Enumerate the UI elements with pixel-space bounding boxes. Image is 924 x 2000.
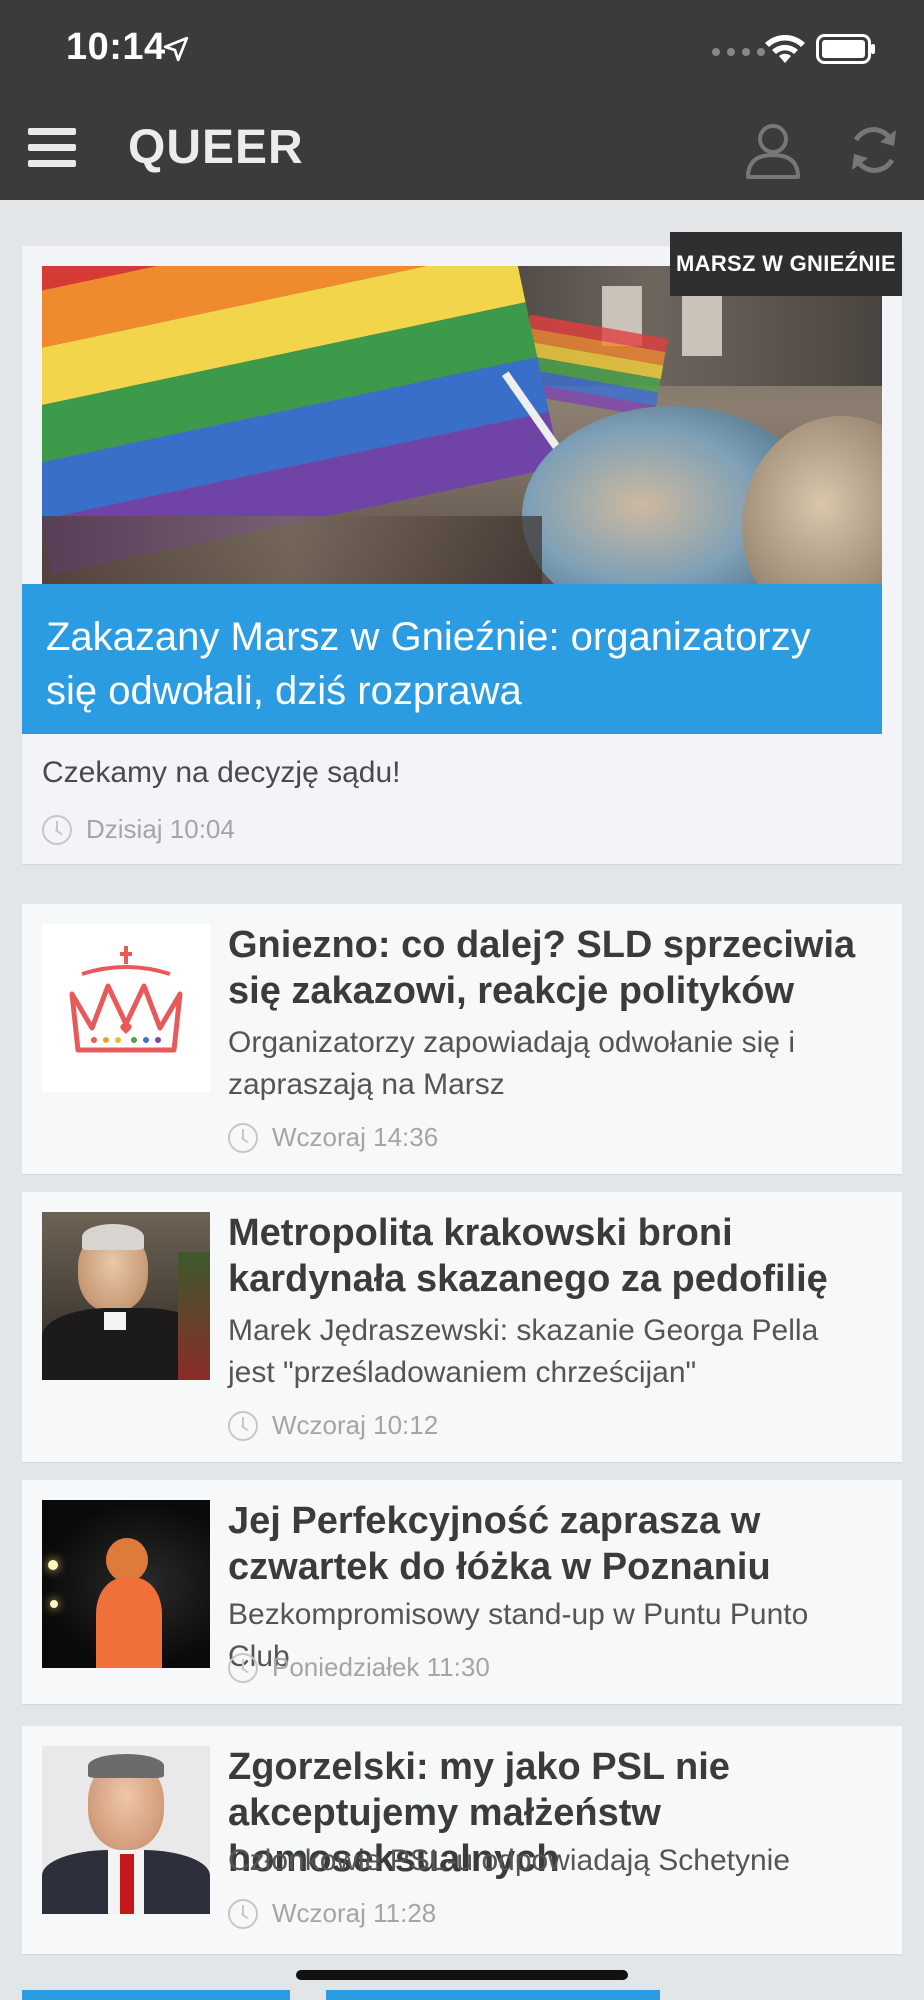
clock-icon <box>42 814 72 845</box>
featured-article-lead: Czekamy na decyzję sądu! <box>42 756 401 789</box>
clock-icon <box>228 1122 258 1153</box>
article-title[interactable]: Metropolita krakowski broni kardynała sk… <box>228 1210 868 1302</box>
article-time: Poniedziałek 11:30 <box>228 1652 490 1683</box>
featured-article-title[interactable]: Zakazany Marsz w Gnieźnie: organizatorzy… <box>46 610 858 718</box>
refresh-icon[interactable] <box>844 120 904 180</box>
article-time: Wczoraj 10:12 <box>228 1410 438 1441</box>
status-bar: 10:14 <box>0 0 924 100</box>
clock-icon <box>228 1410 258 1441</box>
article-time: Wczoraj 11:28 <box>228 1898 436 1929</box>
article-lead: Członkowie PSL-u odpowiadają Schetynie <box>228 1844 791 1877</box>
wifi-icon <box>765 35 805 63</box>
clock-icon <box>228 1898 258 1929</box>
article-time-text: Wczoraj 11:28 <box>272 1898 437 1928</box>
location-arrow-icon <box>163 36 189 62</box>
user-account-icon[interactable] <box>744 120 802 180</box>
article-thumbnail-crown <box>42 924 210 1092</box>
article-thumbnail-bishop <box>42 1212 210 1380</box>
article-time: Wczoraj 14:36 <box>228 1122 438 1153</box>
featured-article-image <box>42 266 882 584</box>
article-thumbnail-performer <box>42 1500 210 1668</box>
next-card-button-left[interactable] <box>22 1990 290 2000</box>
article-time-text: Wczoraj 10:12 <box>272 1410 439 1440</box>
article-card[interactable]: Metropolita krakowski broni kardynała sk… <box>22 1192 902 1462</box>
article-lead: Marek Jędraszewski: skazanie Georga Pell… <box>228 1314 819 1389</box>
app-logo[interactable]: QUEER <box>128 120 304 175</box>
article-time-text: Poniedziałek 11:30 <box>272 1652 490 1682</box>
battery-icon <box>816 34 875 64</box>
featured-title-bar[interactable]: Zakazany Marsz w Gnieźnie: organizatorzy… <box>22 584 882 734</box>
status-time: 10:14 <box>66 26 166 68</box>
featured-article-time: Dzisiaj 10:04 <box>42 814 235 845</box>
category-tag[interactable]: MARSZ W GNIEŹNIE <box>670 232 902 296</box>
article-title[interactable]: Gniezno: co dalej? SLD sprzeciwia się za… <box>228 922 868 1014</box>
article-card[interactable]: Zgorzelski: my jako PSL nie akceptujemy … <box>22 1726 902 1954</box>
featured-article-card[interactable]: Zakazany Marsz w Gnieźnie: organizatorzy… <box>22 246 902 864</box>
home-indicator[interactable] <box>296 1970 628 1980</box>
article-thumbnail-politician <box>42 1746 210 1914</box>
next-card-button-right[interactable] <box>326 1990 660 2000</box>
hamburger-menu-icon[interactable] <box>28 128 76 172</box>
article-card[interactable]: Gniezno: co dalej? SLD sprzeciwia się za… <box>22 904 902 1174</box>
app-bar: QUEER <box>0 100 924 200</box>
cellular-signal-icon <box>712 48 765 56</box>
crown-icon <box>69 946 183 1053</box>
featured-article-time-text: Dzisiaj 10:04 <box>86 814 235 844</box>
article-time-text: Wczoraj 14:36 <box>272 1122 439 1152</box>
article-card[interactable]: Jej Perfekcyjność zaprasza w czwartek do… <box>22 1480 902 1704</box>
article-title[interactable]: Jej Perfekcyjność zaprasza w czwartek do… <box>228 1498 868 1590</box>
article-lead: Organizatorzy zapowiadają odwołanie się … <box>228 1026 795 1101</box>
clock-icon <box>228 1652 258 1683</box>
